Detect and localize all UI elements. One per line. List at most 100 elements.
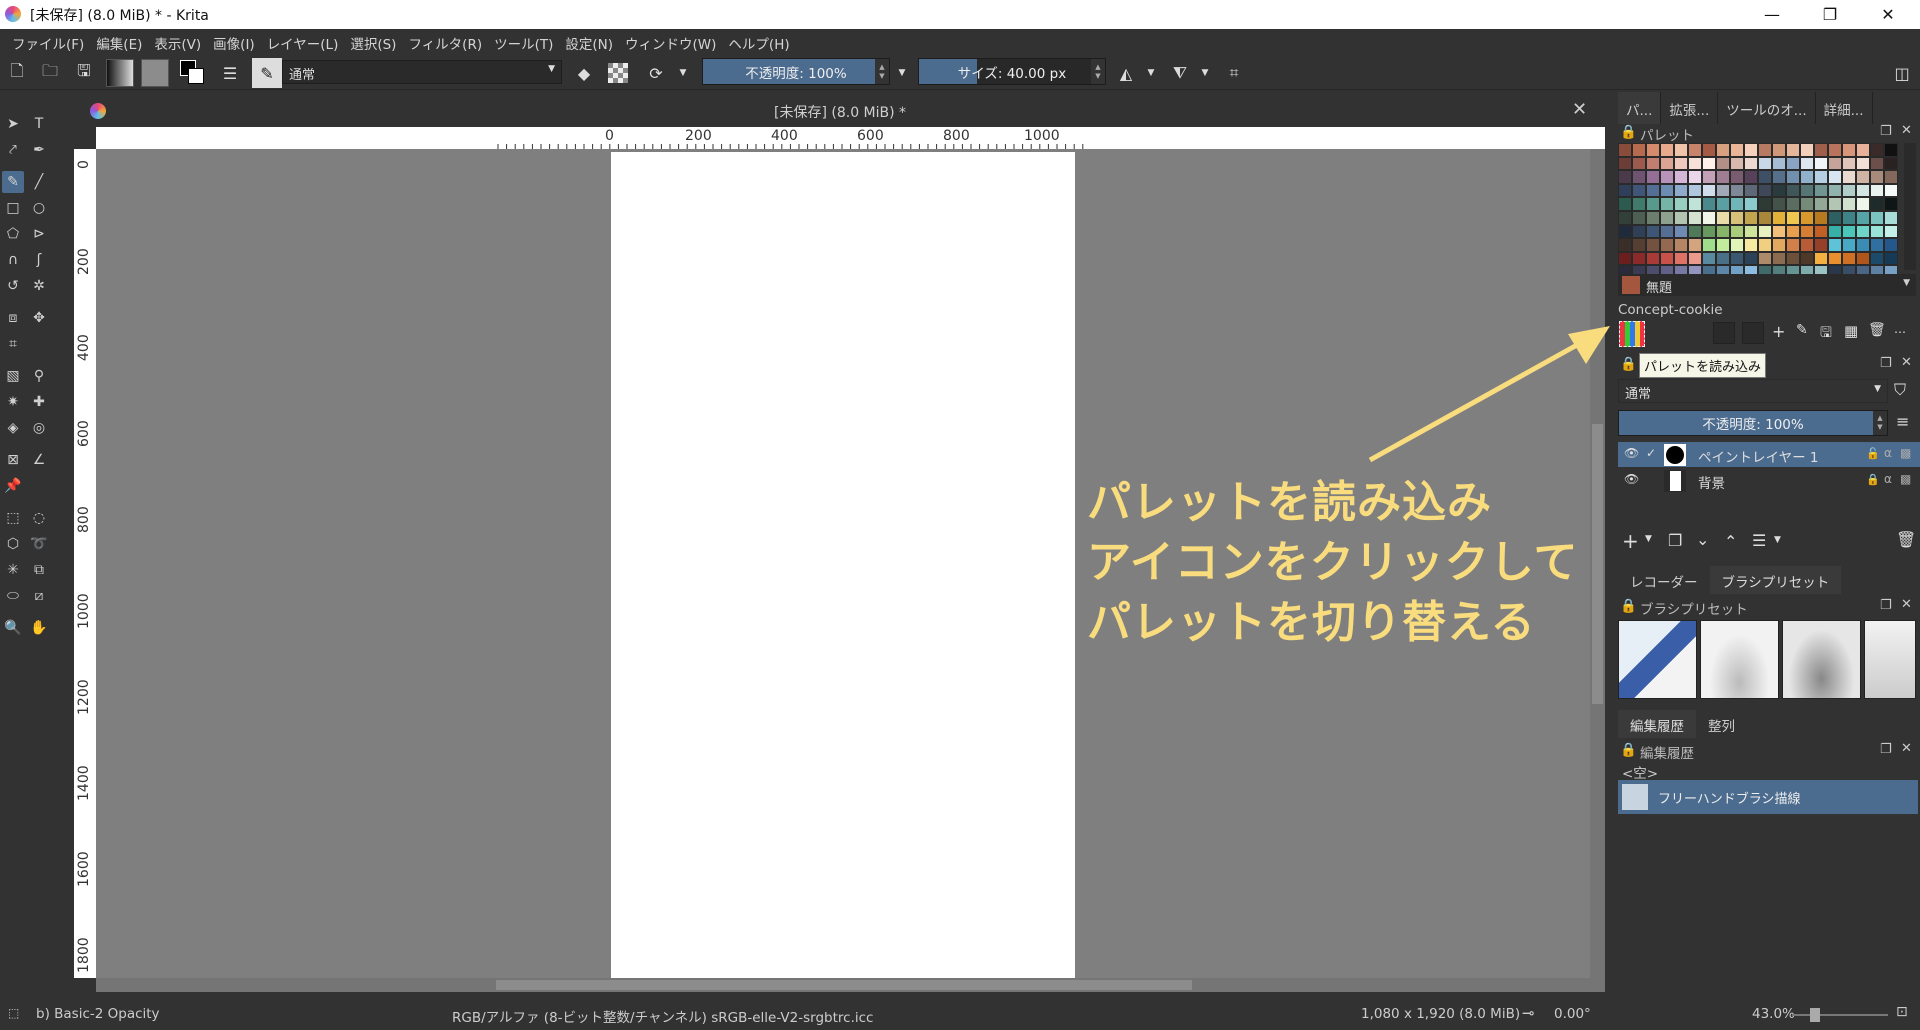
multibrush-icon[interactable]: ✲ [28,275,50,297]
reload-dropdown-icon[interactable]: ▼ [676,61,690,85]
palette-swatch[interactable] [1828,183,1842,198]
palette-swatch[interactable] [1842,238,1856,252]
palette-swatch[interactable] [1688,197,1702,211]
palette-swatch[interactable] [1884,170,1898,184]
float-panel-icon[interactable]: ❐ [1880,356,1892,371]
palette-swatch[interactable] [1632,197,1646,211]
history-lock-icon[interactable]: 🔒 [1620,742,1637,758]
edit-color-icon[interactable]: ✎ [1796,322,1808,338]
palette-color-name-field[interactable]: 無題 ▼ [1618,274,1916,296]
palette-swatch[interactable] [1870,210,1884,225]
measure-tool-icon[interactable]: ∠ [28,449,50,471]
palette-swatch[interactable] [1870,238,1884,252]
close-panel-icon[interactable]: ✕ [1901,597,1912,612]
palette-swatch[interactable] [1758,197,1772,211]
palette-swatch[interactable] [1674,224,1688,239]
palette-swatch-grid[interactable] [1618,143,1900,279]
palette-swatch[interactable] [1716,210,1730,225]
palette-swatch[interactable] [1758,143,1772,157]
brush-settings-icon[interactable]: ☰ [218,61,242,85]
dock-tab-extension[interactable]: 拡張... [1661,92,1719,124]
palette-swatch[interactable] [1716,251,1730,266]
ellipse-select-icon[interactable]: ◌ [28,507,50,529]
palette-swatch[interactable] [1786,251,1800,266]
color-picker-icon[interactable]: ⚲ [28,365,50,387]
smart-patch-icon[interactable]: ✚ [28,391,50,413]
palette-swatch[interactable] [1786,210,1800,225]
palette-swatch[interactable] [1730,210,1744,225]
palette-swatch[interactable] [1856,238,1870,252]
palette-swatch[interactable] [1842,170,1856,184]
palette-swatch[interactable] [1758,156,1772,171]
palette-swatch[interactable] [1800,224,1814,239]
palette-swatch[interactable] [1856,143,1870,157]
close-panel-icon[interactable]: ✕ [1901,741,1912,756]
alpha-icon[interactable]: α [1884,446,1892,460]
palette-swatch[interactable] [1688,210,1702,225]
mirror-h-dropdown-icon[interactable]: ▼ [1144,61,1158,85]
palette-swatch[interactable] [1800,170,1814,184]
palette-swatch[interactable] [1618,170,1632,184]
palette-swatch[interactable] [1884,224,1898,239]
alpha-icon[interactable]: α [1884,472,1892,486]
add-color-icon[interactable]: + [1772,322,1785,341]
menu-select[interactable]: 選択(S) [344,29,402,54]
vertical-scrollbar[interactable] [1590,149,1605,978]
palette-scrollbar[interactable] [1904,143,1916,270]
freehand-path-icon[interactable]: ʃ [28,249,50,271]
palette-swatch[interactable] [1632,143,1646,157]
palette-swatch[interactable] [1646,156,1660,171]
palette-swatch[interactable] [1660,251,1674,266]
palette-swatch[interactable] [1660,156,1674,171]
layers-lock-icon[interactable]: 🔒 [1620,356,1637,372]
close-document-icon[interactable]: ✕ [1572,99,1587,120]
palette-swatch[interactable] [1730,238,1744,252]
palette-swatch[interactable] [1856,251,1870,266]
palette-swatch[interactable] [1660,197,1674,211]
brush-preset-ink-1[interactable] [1700,620,1779,699]
menu-layer[interactable]: レイヤー(L) [261,29,345,54]
palette-swatch[interactable] [1744,170,1758,184]
bezier-tool-icon[interactable]: ∩ [2,249,24,271]
freehand-brush-icon[interactable]: ✎ [2,171,24,193]
palette-swatch[interactable] [1786,224,1800,239]
size-slider[interactable]: サイズ: 40.00 px ▲ ▼ [918,58,1106,85]
palette-swatch[interactable] [1884,183,1898,198]
layer-opacity-spin[interactable]: ▲ ▼ [1873,411,1887,435]
palette-swatch[interactable] [1828,143,1842,157]
freehand-select-icon[interactable]: ➰ [28,533,50,555]
palette-swatch[interactable] [1702,197,1716,211]
palette-swatch[interactable] [1884,251,1898,266]
palette-swatch[interactable] [1618,143,1632,157]
calligraphy-icon[interactable]: ✒ [28,139,50,161]
palette-swatch[interactable] [1744,197,1758,211]
bezier-select-icon[interactable]: ⬭ [2,585,24,607]
palette-swatch[interactable] [1856,224,1870,239]
palette-swatch[interactable] [1744,210,1758,225]
palette-swatch[interactable] [1730,183,1744,198]
maximize-button[interactable]: ❐ [1801,0,1859,29]
palette-swatch[interactable] [1618,156,1632,171]
wrap-around-icon[interactable]: ⌗ [1222,61,1246,85]
palette-swatch[interactable] [1814,143,1828,157]
palette-swatch[interactable] [1660,143,1674,157]
tab-brush-presets[interactable]: ブラシプリセット [1709,566,1842,594]
palette-swatch[interactable] [1716,197,1730,211]
palette-swatch[interactable] [1814,210,1828,225]
polygon-select-icon[interactable]: ⬡ [2,533,24,555]
duplicate-layer-icon[interactable]: ❐ [1668,531,1682,550]
float-panel-icon[interactable]: ❐ [1880,742,1892,757]
palette-swatch[interactable] [1828,238,1842,252]
save-icon[interactable]: 🖫 [72,61,96,85]
palette-swatch[interactable] [1688,143,1702,157]
palette-swatch[interactable] [1730,143,1744,157]
palette-swatch[interactable] [1716,224,1730,239]
delete-color-icon[interactable]: 🗑 [1868,322,1886,338]
ellipse-tool-icon[interactable]: ○ [28,197,50,219]
palette-swatch[interactable] [1772,210,1786,225]
palette-swatch[interactable] [1688,170,1702,184]
minimize-button[interactable]: — [1743,0,1801,29]
palette-swatch[interactable] [1730,170,1744,184]
palette-fg-slot[interactable] [1713,322,1735,344]
layer-properties-icon[interactable]: ☰ [1752,531,1766,550]
